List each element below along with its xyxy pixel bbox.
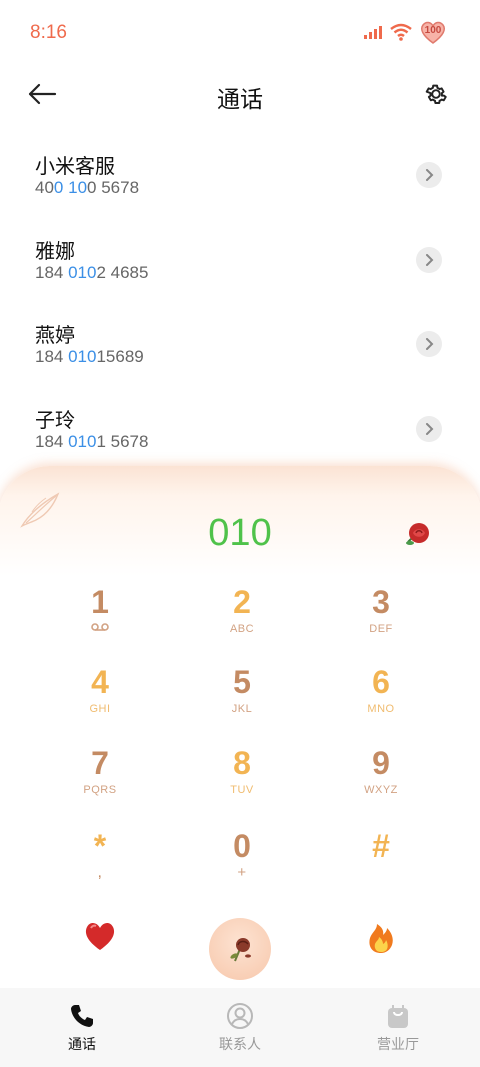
key-6[interactable]: 6 MNO <box>326 662 436 732</box>
app-header: 通话 <box>0 66 480 124</box>
settings-button[interactable] <box>420 78 452 110</box>
contact-person-icon <box>227 1003 253 1029</box>
tab-service-hall[interactable]: 营业厅 <box>343 988 453 1067</box>
fire-button[interactable] <box>366 920 396 954</box>
key-3[interactable]: 3 DEF <box>326 582 436 652</box>
key-1[interactable]: 1 <box>45 582 155 652</box>
wifi-icon <box>390 23 412 41</box>
tab-label: 联系人 <box>219 1036 261 1052</box>
contact-name: 雅娜 <box>35 240 75 263</box>
phone-icon <box>71 1005 93 1027</box>
rose-button[interactable] <box>402 520 432 550</box>
key-star[interactable]: * , <box>45 826 155 896</box>
tab-contacts[interactable]: 联系人 <box>185 988 295 1067</box>
contact-name: 燕婷 <box>35 325 75 347</box>
contact-row[interactable]: 子玲 184 0101 5678 <box>0 384 480 469</box>
contact-name: 子玲 <box>35 409 75 432</box>
contact-row[interactable]: 雅娜 184 0102 4685 <box>0 215 480 300</box>
contact-list: 小米客服 400 100 5678 雅娜 184 0102 4685 燕婷 18… <box>0 130 480 468</box>
contact-detail-button[interactable] <box>416 162 442 188</box>
chevron-right-icon <box>426 253 434 266</box>
key-2[interactable]: 2 ABC <box>187 582 297 652</box>
key-8[interactable]: 8 TUV <box>187 743 297 813</box>
heart-icon <box>85 922 115 950</box>
key-7[interactable]: 7 PQRS <box>45 743 155 813</box>
contact-number: 184 0101 5678 <box>35 431 149 451</box>
contact-number: 184 01015689 <box>35 347 144 366</box>
contact-detail-button[interactable] <box>416 246 442 273</box>
key-9[interactable]: 9 WXYZ <box>326 743 436 813</box>
wilted-rose-icon <box>230 938 251 962</box>
status-icons: 100 <box>364 20 446 44</box>
chevron-right-icon <box>426 338 434 350</box>
contact-row[interactable]: 小米客服 400 100 5678 <box>0 130 480 215</box>
gear-icon <box>425 84 447 104</box>
heart-button[interactable] <box>83 920 117 952</box>
status-time: 8:16 <box>30 22 67 43</box>
key-5[interactable]: 5 JKL <box>187 662 297 732</box>
contact-number: 184 0102 4685 <box>35 262 149 282</box>
bottom-tab-bar: 通话 联系人 营业厅 <box>0 988 480 1067</box>
key-4[interactable]: 4 GHI <box>45 662 155 732</box>
tab-calls[interactable]: 通话 <box>27 988 137 1067</box>
battery-level: 100 <box>424 25 442 36</box>
chevron-right-icon <box>426 169 434 181</box>
status-bar: 8:16 100 <box>0 0 480 66</box>
contact-row[interactable]: 燕婷 184 01015689 <box>0 299 480 384</box>
key-hash[interactable]: # <box>326 826 436 896</box>
key-0[interactable]: 0 + <box>187 826 297 896</box>
fire-icon <box>369 924 393 953</box>
contact-detail-button[interactable] <box>416 331 442 357</box>
shopping-bag-icon <box>388 1005 408 1028</box>
battery-heart-icon: 100 <box>420 20 446 44</box>
page-title: 通话 <box>217 86 263 112</box>
voicemail-icon <box>91 623 109 631</box>
chevron-right-icon <box>426 422 434 435</box>
contact-detail-button[interactable] <box>416 415 442 442</box>
contact-name: 小米客服 <box>35 156 115 178</box>
contact-number: 400 100 5678 <box>35 178 140 197</box>
tab-label: 通话 <box>68 1036 96 1052</box>
tab-label: 营业厅 <box>377 1036 419 1052</box>
call-button[interactable] <box>209 918 271 980</box>
signal-icon <box>364 26 382 39</box>
rose-icon <box>406 523 429 545</box>
